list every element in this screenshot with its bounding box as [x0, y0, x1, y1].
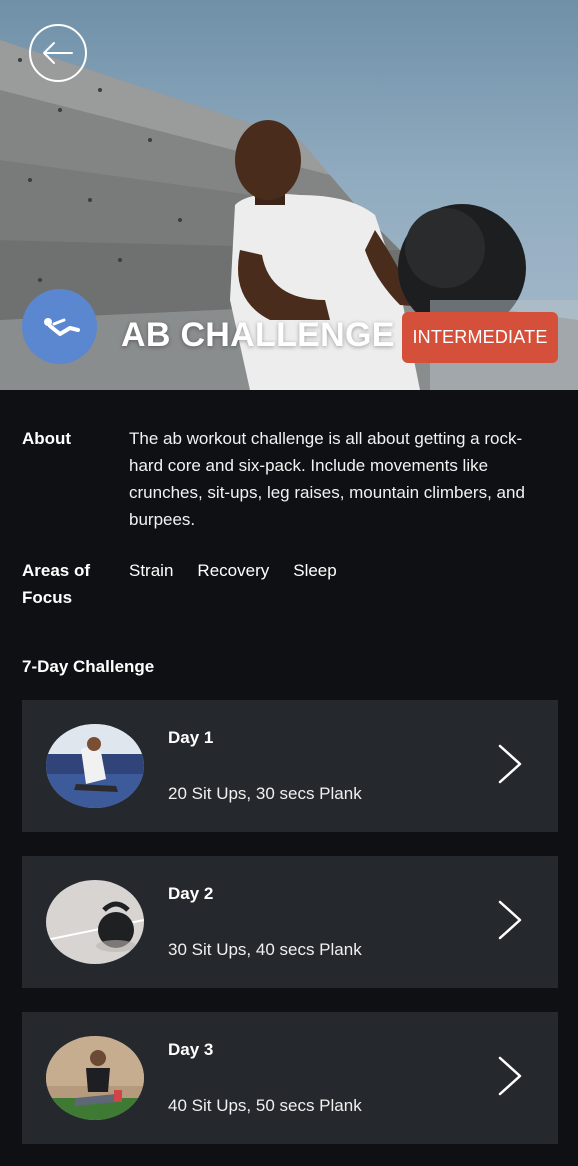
day-card[interactable]: Day 2 30 Sit Ups, 40 secs Plank: [22, 856, 558, 988]
day-thumbnail: [46, 880, 144, 964]
hero-banner: AB CHALLENGE INTERMEDIATE: [0, 0, 578, 390]
about-section: About The ab workout challenge is all ab…: [22, 425, 549, 533]
about-text: The ab workout challenge is all about ge…: [129, 429, 525, 529]
day-title: Day 3: [168, 1040, 214, 1059]
day-card[interactable]: Day 3 40 Sit Ups, 50 secs Plank: [22, 1012, 558, 1144]
focus-label: Areas of Focus: [22, 561, 91, 607]
day-title: Day 2: [168, 884, 214, 903]
arrow-left-icon: [43, 42, 73, 64]
day-description: 30 Sit Ups, 40 secs Plank: [168, 940, 362, 959]
chevron-right-icon: [498, 744, 522, 784]
challenge-title: 7-Day Challenge: [22, 657, 155, 676]
difficulty-badge: INTERMEDIATE: [402, 312, 558, 363]
chevron-right-icon: [498, 900, 522, 940]
situp-figure-icon: [43, 317, 80, 336]
back-button[interactable]: [29, 24, 87, 82]
focus-item: Sleep: [293, 561, 337, 580]
page-title: AB CHALLENGE: [121, 316, 395, 354]
day-thumbnail: [46, 724, 144, 808]
focus-item: Strain: [129, 561, 174, 580]
category-badge: [22, 289, 97, 364]
chevron-right-icon: [498, 1056, 522, 1096]
focus-item: Recovery: [197, 561, 270, 580]
day-description: 20 Sit Ups, 30 secs Plank: [168, 784, 362, 803]
focus-list: Strain Recovery Sleep: [129, 557, 337, 611]
focus-section: Areas of Focus Strain Recovery Sleep: [22, 557, 337, 611]
day-thumbnail: [46, 1036, 144, 1120]
day-card[interactable]: Day 1 20 Sit Ups, 30 secs Plank: [22, 700, 558, 832]
day-title: Day 1: [168, 728, 214, 747]
day-description: 40 Sit Ups, 50 secs Plank: [168, 1096, 362, 1115]
about-label: About: [22, 429, 72, 448]
